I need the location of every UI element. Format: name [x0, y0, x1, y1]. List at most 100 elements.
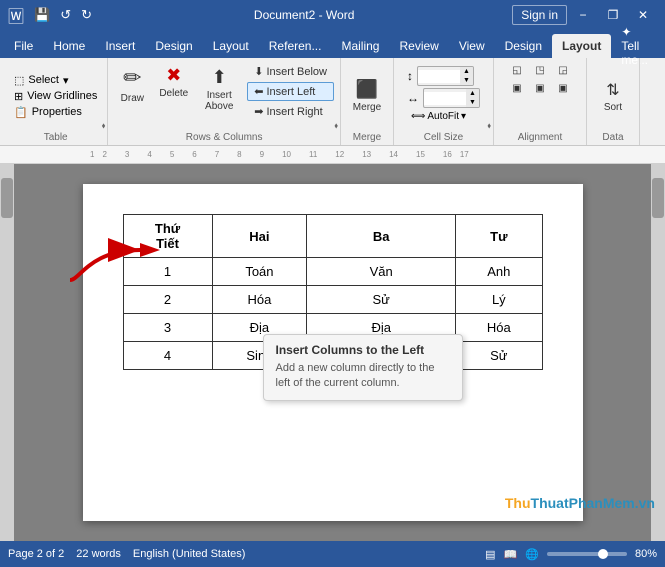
watermark: ThuThuatPhanMem.vn	[505, 495, 655, 511]
width-spinner[interactable]: 4.12 cm ▲ ▼	[423, 88, 480, 108]
height-down-btn[interactable]: ▼	[460, 76, 473, 85]
height-input[interactable]: 1.1 cm	[418, 70, 460, 83]
align-top-left-icon: ◱	[512, 65, 521, 76]
document-title: Document2 - Word	[96, 8, 512, 22]
insert-left-icon: ⬅	[254, 85, 263, 98]
ruler-mark-5: 5	[170, 150, 174, 159]
redo-button[interactable]: ↻	[77, 5, 96, 25]
ruler: 1 2 3 4 5 6 7 8 9 10 11 12 13 14 15 16 1…	[0, 146, 665, 164]
vertical-scrollbar-left[interactable]	[0, 164, 14, 541]
align-top-center-button[interactable]: ◳	[529, 62, 551, 79]
align-middle-left-icon: ▣	[512, 83, 521, 94]
tab-references[interactable]: Referen...	[259, 34, 332, 58]
table-header-hai: Hai	[212, 215, 307, 258]
read-view-icon[interactable]: 📖	[504, 548, 518, 561]
group-expander-table[interactable]: ⬧	[102, 121, 106, 131]
insert-right-button[interactable]: ➡ Insert Right	[247, 102, 334, 121]
sign-in-button[interactable]: Sign in	[512, 5, 567, 25]
ruler-mark-16: 16	[443, 150, 452, 159]
scroll-thumb-right[interactable]	[652, 178, 664, 218]
tab-file[interactable]: File	[4, 34, 43, 58]
tab-design[interactable]: Design	[145, 34, 202, 58]
save-button[interactable]: 💾	[30, 5, 54, 25]
select-button[interactable]: ⬚ Select ▾	[10, 73, 101, 88]
delete-button[interactable]: ✖ Delete	[154, 62, 193, 102]
ruler-mark-15: 15	[416, 150, 425, 159]
undo-redo-group: 💾 ↺ ↻	[30, 5, 96, 25]
undo-button[interactable]: ↺	[56, 5, 75, 25]
align-middle-center-button[interactable]: ▣	[529, 80, 551, 97]
tab-tell-me[interactable]: ✦ Tell me...	[611, 34, 658, 58]
zoom-thumb	[598, 549, 608, 559]
tab-home[interactable]: Home	[43, 34, 95, 58]
ribbon-tabs: File Home Insert Design Layout Referen..…	[0, 30, 665, 58]
scroll-thumb-left[interactable]	[1, 178, 13, 218]
merge-label: Merge	[353, 102, 381, 113]
table-header-row: Thứ Tiết Hai Ba Tư	[123, 215, 542, 258]
vertical-scrollbar-right[interactable]	[651, 164, 665, 541]
select-items: ⬚ Select ▾ ⊞ View Gridlines 📋 Properties	[10, 73, 101, 120]
minimize-button[interactable]: −	[569, 2, 597, 28]
width-input[interactable]: 4.12 cm	[424, 92, 466, 105]
tab-view[interactable]: View	[449, 34, 495, 58]
cell-size-label: Cell Size	[424, 130, 463, 143]
insert-above-button[interactable]: ⬆ InsertAbove	[197, 62, 241, 117]
cell-row4-col0: 4	[123, 342, 212, 370]
autofit-dropdown-icon: ▾	[461, 111, 466, 122]
height-spinner[interactable]: 1.1 cm ▲ ▼	[417, 66, 474, 86]
insert-right-icon: ➡	[254, 105, 263, 118]
autofit-icon: ⟺	[411, 111, 425, 122]
document-area: Thứ Tiết Hai Ba Tư 1 Toán Văn Anh 2 H	[0, 164, 665, 541]
tab-mailing[interactable]: Mailing	[331, 34, 389, 58]
table-header-tiết: Thứ Tiết	[123, 215, 212, 258]
web-view-icon[interactable]: 🌐	[525, 548, 539, 561]
cell-row1-col2: Văn	[307, 258, 456, 286]
width-down-btn[interactable]: ▼	[466, 98, 479, 107]
merge-group-label: Merge	[353, 130, 381, 143]
align-top-right-button[interactable]: ◲	[552, 62, 574, 79]
tooltip-title: Insert Columns to the Left	[276, 343, 450, 357]
view-gridlines-button[interactable]: ⊞ View Gridlines	[10, 89, 101, 104]
insert-left-button[interactable]: ⬅ Insert Left	[247, 82, 334, 101]
group-expander-rows[interactable]: ⬧	[334, 121, 338, 131]
delete-label: Delete	[159, 88, 188, 99]
document-page: Thứ Tiết Hai Ba Tư 1 Toán Văn Anh 2 H	[83, 184, 583, 521]
tab-layout[interactable]: Layout	[203, 34, 259, 58]
zoom-slider[interactable]	[547, 552, 627, 556]
ruler-mark-8: 8	[237, 150, 241, 159]
ruler-mark-11: 11	[309, 150, 317, 159]
data-content: ⇅ Sort	[593, 62, 633, 130]
align-top-left-button[interactable]: ◱	[506, 62, 528, 79]
draw-table-button[interactable]: ✏ Draw	[114, 62, 150, 107]
cell-row1-col1: Toán	[212, 258, 307, 286]
tab-table-design[interactable]: Design	[495, 34, 552, 58]
merge-cells-button[interactable]: ⬛ Merge	[347, 76, 387, 116]
select-label: Select	[28, 74, 59, 86]
ruler-mark-17: 17	[460, 150, 469, 159]
insert-below-button[interactable]: ⬇ Insert Below	[247, 62, 334, 81]
ribbon: ⬚ Select ▾ ⊞ View Gridlines 📋 Properties…	[0, 58, 665, 146]
data-sort-button[interactable]: ⇅ Sort	[593, 77, 633, 116]
tab-share[interactable]: 🔗 Share	[658, 34, 665, 58]
tab-review[interactable]: Review	[389, 34, 448, 58]
word-count: 22 words	[76, 548, 121, 560]
merge-content: ⬛ Merge	[347, 62, 387, 130]
cursor-icon: ⬚	[14, 74, 24, 87]
tab-table-layout[interactable]: Layout	[552, 34, 611, 58]
align-top-right-icon: ◲	[558, 65, 567, 76]
autofit-button[interactable]: ⟺ AutoFit ▾	[407, 110, 470, 123]
align-middle-left-button[interactable]: ▣	[506, 80, 528, 97]
cell-row2-col2: Sử	[307, 286, 456, 314]
width-spinner-btns: ▲ ▼	[466, 89, 479, 107]
ruler-mark-4: 4	[147, 150, 151, 159]
thu-header: Thứ	[155, 221, 180, 236]
width-up-btn[interactable]: ▲	[466, 89, 479, 98]
align-middle-right-button[interactable]: ▣	[552, 80, 574, 97]
layout-view-icon[interactable]: ▤	[485, 548, 495, 561]
tab-insert[interactable]: Insert	[95, 34, 145, 58]
ruler-mark-2: 2	[102, 150, 106, 159]
tooltip-description: Add a new column directly to the left of…	[276, 361, 450, 392]
height-up-btn[interactable]: ▲	[460, 67, 473, 76]
properties-button[interactable]: 📋 Properties	[10, 105, 101, 120]
group-expander-cellsize[interactable]: ⬧	[487, 121, 491, 131]
